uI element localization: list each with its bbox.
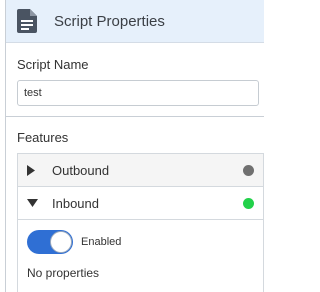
enabled-toggle[interactable] — [27, 230, 73, 254]
feature-name: Outbound — [52, 162, 110, 178]
no-properties-text: No properties — [27, 266, 100, 280]
toggle-knob — [50, 231, 72, 253]
script-name-label: Script Name — [17, 57, 89, 72]
enabled-toggle-row: Enabled — [27, 230, 263, 254]
features-label: Features — [17, 130, 69, 145]
feature-name: Inbound — [52, 195, 99, 211]
enabled-label: Enabled — [81, 236, 122, 248]
document-icon — [17, 9, 37, 33]
section-divider — [6, 116, 264, 117]
feature-row-outbound[interactable]: Outbound — [18, 154, 263, 187]
panel-title: Script Properties — [54, 12, 165, 30]
status-dot — [243, 164, 254, 176]
caret-down-icon — [27, 199, 49, 207]
feature-body-inbound: Enabled No properties — [18, 220, 263, 280]
script-properties-panel: Script Properties Script Name Features O… — [5, 0, 264, 292]
feature-row-inbound[interactable]: Inbound — [18, 187, 263, 220]
status-dot — [243, 197, 254, 209]
features-list: Outbound Inbound Enabled No properties — [17, 153, 264, 292]
script-name-input[interactable] — [17, 80, 259, 106]
panel-header: Script Properties — [6, 0, 264, 43]
caret-right-icon — [27, 164, 49, 176]
